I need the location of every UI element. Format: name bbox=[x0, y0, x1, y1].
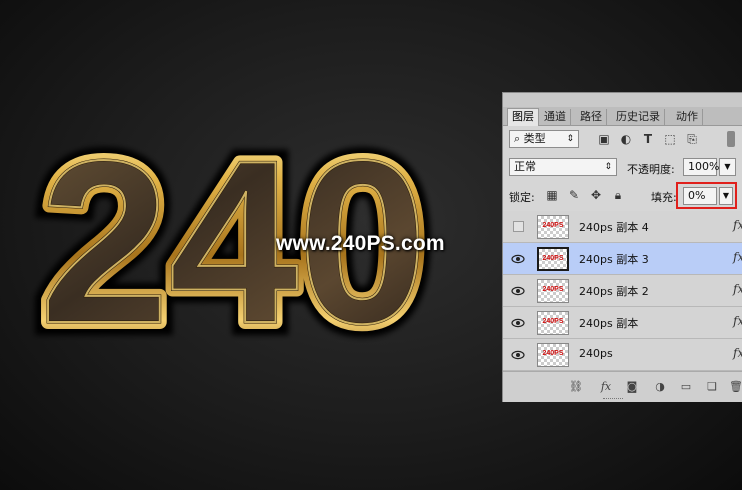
fx-icon[interactable]: fx bbox=[733, 250, 742, 264]
eye-icon[interactable] bbox=[511, 348, 525, 362]
layer-name: 240ps 副本 2 bbox=[579, 285, 649, 298]
filter-kind-value: 类型 bbox=[523, 132, 546, 145]
layer-row-copy2[interactable]: 240PS 240ps 副本 2 fx bbox=[503, 275, 742, 307]
fill-label: 填充: bbox=[651, 191, 677, 204]
resize-grip[interactable] bbox=[603, 398, 623, 401]
new-layer-icon[interactable]: ❏ bbox=[705, 380, 719, 394]
adjustment-icon[interactable]: ◑ bbox=[653, 380, 667, 394]
watermark-text: www.240PS.com bbox=[276, 232, 445, 255]
panel-footer: ⛓︎ fx ◙ ◑ ▭ ❏ 🗑︎ bbox=[503, 371, 742, 402]
fill-dropdown-arrow-icon[interactable]: ▼ bbox=[719, 187, 733, 205]
smart-object-filter-icon[interactable]: ⎘ bbox=[685, 132, 699, 146]
layer-name: 240ps 副本 3 bbox=[579, 253, 649, 266]
blend-mode-value: 正常 bbox=[514, 160, 536, 173]
lock-image-icon[interactable]: ✎ bbox=[567, 188, 581, 202]
layers-list: 240PS 240ps 副本 4 fx 240PS 240ps 副本 3 fx … bbox=[503, 211, 742, 371]
opacity-label: 不透明度: bbox=[627, 163, 675, 176]
eye-icon[interactable] bbox=[511, 316, 525, 330]
image-filter-icon[interactable]: ▣ bbox=[597, 132, 611, 146]
type-filter-icon[interactable]: T bbox=[641, 132, 655, 146]
fx-icon[interactable]: fx bbox=[733, 346, 742, 360]
thumbnail-text: 240PS bbox=[542, 255, 564, 262]
mask-icon[interactable]: ◙ bbox=[625, 380, 639, 394]
blend-row: 正常 ⇕ 不透明度: 100% ▼ bbox=[503, 155, 742, 179]
fill-input[interactable]: 0% bbox=[683, 187, 717, 205]
layer-row-copy[interactable]: 240PS 240ps 副本 fx bbox=[503, 307, 742, 339]
adjustment-filter-icon[interactable]: ◐ bbox=[619, 132, 633, 146]
panel-tab-bar: 图层 通道 路径 历史记录 动作 bbox=[503, 93, 742, 126]
layer-name: 240ps 副本 bbox=[579, 317, 639, 330]
lock-row: 锁定: ▦ ✎ ✥ 🔒︎ 填充: 0% ▼ bbox=[503, 182, 742, 209]
eye-icon[interactable] bbox=[511, 252, 525, 266]
layer-thumbnail: 240PS bbox=[537, 343, 569, 367]
fx-icon[interactable]: fx bbox=[733, 282, 742, 296]
lock-all-icon[interactable]: 🔒︎ bbox=[611, 188, 625, 202]
panel-title-strip[interactable] bbox=[503, 93, 742, 107]
layer-thumbnail: 240PS bbox=[537, 311, 569, 335]
layer-thumbnail: 240PS bbox=[537, 215, 569, 239]
layer-row-copy3[interactable]: 240PS 240ps 副本 3 fx bbox=[503, 243, 742, 275]
fx-icon[interactable]: fx bbox=[599, 380, 613, 394]
thumbnail-text: 240PS bbox=[542, 222, 564, 229]
link-icon[interactable]: ⛓︎ bbox=[569, 380, 583, 394]
eye-icon[interactable] bbox=[511, 284, 525, 298]
layer-filter-row: ⌕ 类型 ⇕ ▣ ◐ T ⬚ ⎘ bbox=[503, 127, 742, 151]
trash-icon[interactable]: 🗑︎ bbox=[729, 380, 742, 394]
tab-paths[interactable]: 路径 bbox=[576, 109, 607, 125]
layer-name: 240ps 副本 4 bbox=[579, 221, 649, 234]
lock-label: 锁定: bbox=[509, 191, 535, 204]
filter-kind-select[interactable]: ⌕ 类型 ⇕ bbox=[509, 130, 579, 148]
layer-row-copy4[interactable]: 240PS 240ps 副本 4 fx bbox=[503, 211, 742, 243]
lock-transparent-icon[interactable]: ▦ bbox=[545, 188, 559, 202]
thumbnail-text: 240PS bbox=[542, 318, 564, 325]
fx-icon[interactable]: fx bbox=[733, 314, 742, 328]
fx-icon[interactable]: fx bbox=[733, 218, 742, 232]
opacity-dropdown-arrow-icon[interactable]: ▼ bbox=[719, 158, 736, 176]
search-icon: ⌕ bbox=[514, 132, 521, 145]
tab-actions[interactable]: 动作 bbox=[672, 109, 703, 125]
layer-name: 240ps bbox=[579, 347, 613, 360]
tab-history[interactable]: 历史记录 bbox=[612, 109, 665, 125]
updown-arrows-icon: ⇕ bbox=[566, 134, 574, 144]
shape-filter-icon[interactable]: ⬚ bbox=[663, 132, 677, 146]
updown-arrows-icon: ⇕ bbox=[604, 162, 612, 172]
thumbnail-text: 240PS bbox=[542, 350, 564, 357]
tab-layers[interactable]: 图层 bbox=[507, 108, 539, 126]
thumbnail-text: 240PS bbox=[542, 286, 564, 293]
blend-mode-select[interactable]: 正常 ⇕ bbox=[509, 158, 617, 176]
visibility-off-box[interactable] bbox=[513, 221, 524, 232]
filter-toggle-switch[interactable] bbox=[727, 131, 735, 147]
opacity-input[interactable]: 100% bbox=[683, 158, 719, 176]
layer-thumbnail: 240PS bbox=[537, 247, 569, 271]
tab-channels[interactable]: 通道 bbox=[540, 109, 571, 125]
layer-thumbnail: 240PS bbox=[537, 279, 569, 303]
group-folder-icon[interactable]: ▭ bbox=[679, 380, 693, 394]
layer-row-base[interactable]: 240PS 240ps fx bbox=[503, 339, 742, 371]
layers-panel: 图层 通道 路径 历史记录 动作 ⌕ 类型 ⇕ ▣ ◐ T ⬚ ⎘ 正常 ⇕ 不… bbox=[502, 92, 742, 402]
lock-position-icon[interactable]: ✥ bbox=[589, 188, 603, 202]
